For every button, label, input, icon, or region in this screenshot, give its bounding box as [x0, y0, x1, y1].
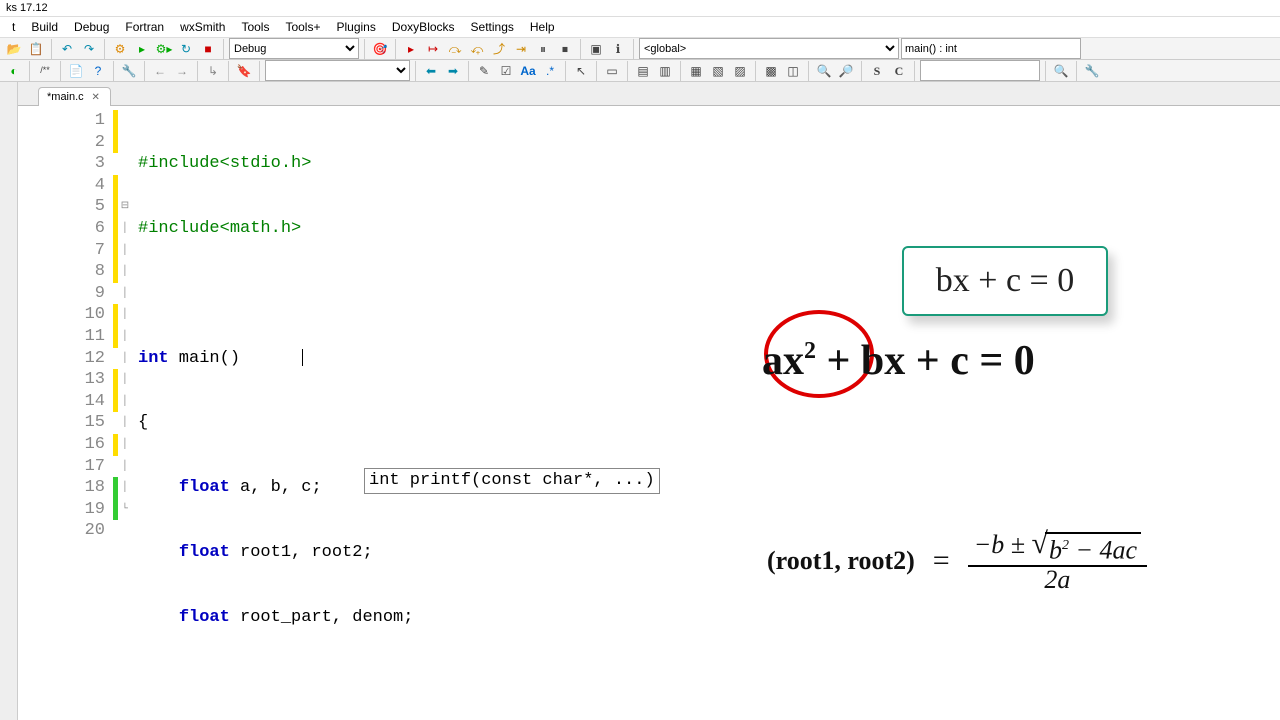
menu-item[interactable]: Plugins	[328, 17, 383, 37]
regex-icon[interactable]: .*	[540, 61, 560, 81]
zoom-in-icon[interactable]: 🔍	[814, 61, 834, 81]
panel6-icon[interactable]: ▩	[761, 61, 781, 81]
intellisense-tooltip: int printf(const char*, ...)	[364, 468, 660, 494]
editor-tab[interactable]: *main.c ✕	[38, 87, 111, 106]
menu-item[interactable]: Settings	[463, 17, 522, 37]
find-file-icon[interactable]: 🔍	[1051, 61, 1071, 81]
app-title: ks 17.12	[6, 2, 48, 14]
goto-input[interactable]	[920, 60, 1040, 81]
doc-icon[interactable]: 📄	[66, 61, 86, 81]
line-gutter: 1234567891011121314151617181920	[18, 106, 113, 720]
stop-icon[interactable]: ■	[198, 39, 218, 59]
c-icon[interactable]: C	[889, 61, 909, 81]
run-icon[interactable]: ▸	[132, 39, 152, 59]
menu-item[interactable]: DoxyBlocks	[384, 17, 463, 37]
target-icon[interactable]: 🎯	[370, 39, 390, 59]
debug-windows-icon[interactable]: ▣	[586, 39, 606, 59]
panel3-icon[interactable]: ▦	[686, 61, 706, 81]
step-into-icon[interactable]: ⤽	[467, 39, 487, 59]
panel1-icon[interactable]: ▤	[633, 61, 653, 81]
debug-continue-icon[interactable]: ↦	[423, 39, 443, 59]
close-icon[interactable]: ✕	[90, 91, 102, 103]
undo-icon[interactable]: ↶	[57, 39, 77, 59]
toolbar-secondary: ◐ /** 📄 ? 🔧 ← → ↳ 🔖 ⬅ ➡ ✎ ☑ Aa .* ↖ ▭ ▤ …	[0, 60, 1280, 82]
nav-fwd-icon[interactable]: →	[172, 61, 192, 81]
cursor-icon[interactable]: ↖	[571, 61, 591, 81]
left-margin	[0, 82, 18, 720]
scope-select[interactable]: <global>	[639, 38, 899, 59]
settings2-icon[interactable]: 🔧	[1082, 61, 1102, 81]
break-icon[interactable]: ⏸	[533, 39, 553, 59]
redo-icon[interactable]: ↷	[79, 39, 99, 59]
nav-back-icon[interactable]: ←	[150, 61, 170, 81]
menu-item[interactable]: t	[4, 17, 23, 37]
diff-icon[interactable]: ◐	[4, 61, 24, 81]
zoom-out-icon[interactable]: 🔎	[836, 61, 856, 81]
step-instr-icon[interactable]: ⇥	[511, 39, 531, 59]
step-over-icon[interactable]: ⤼	[445, 39, 465, 59]
help-icon[interactable]: ?	[88, 61, 108, 81]
wrench-icon[interactable]: 🔧	[119, 61, 139, 81]
rebuild-icon[interactable]: ↻	[176, 39, 196, 59]
highlight-icon[interactable]: ✎	[474, 61, 494, 81]
title-bar: ks 17.12	[0, 0, 1280, 17]
code-area[interactable]: #include<stdio.h> #include<math.h> int m…	[132, 106, 1280, 720]
menu-bar: t Build Debug Fortran wxSmith Tools Tool…	[0, 17, 1280, 38]
step-out-icon[interactable]: ⤴	[489, 39, 509, 59]
editor-tab-bar: *main.c ✕	[18, 82, 1280, 106]
fold-column: ⊟│││││││││││││└	[118, 106, 132, 720]
code-editor[interactable]: 1234567891011121314151617181920 ⊟│││││││…	[18, 106, 1280, 720]
copy-icon[interactable]: 📋	[26, 39, 46, 59]
debug-stop-icon[interactable]: ⏹	[555, 39, 575, 59]
open-icon[interactable]: 📂	[4, 39, 24, 59]
symbol-input[interactable]	[901, 38, 1081, 59]
linear-equation-box: bx + c = 0	[902, 246, 1108, 316]
build-target-select[interactable]: Debug	[229, 38, 359, 59]
jump-icon[interactable]: ↳	[203, 61, 223, 81]
panel2-icon[interactable]: ▥	[655, 61, 675, 81]
build-icon[interactable]: ⚙	[110, 39, 130, 59]
menu-item[interactable]: Tools+	[277, 17, 328, 37]
menu-item[interactable]: Tools	[233, 17, 277, 37]
panel5-icon[interactable]: ▨	[730, 61, 750, 81]
case-icon[interactable]: Aa	[518, 61, 538, 81]
panel7-icon[interactable]: ◫	[783, 61, 803, 81]
text-cursor	[302, 349, 303, 366]
toolbar-main: 📂 📋 ↶ ↷ ⚙ ▸ ⚙▸ ↻ ■ Debug 🎯 ▸ ↦ ⤼ ⤽ ⤴ ⇥ ⏸…	[0, 38, 1280, 60]
panel4-icon[interactable]: ▧	[708, 61, 728, 81]
menu-item[interactable]: Fortran	[117, 17, 172, 37]
menu-item[interactable]: Debug	[66, 17, 117, 37]
menu-item[interactable]: wxSmith	[172, 17, 233, 37]
rect1-icon[interactable]: ▭	[602, 61, 622, 81]
comment-block-icon[interactable]: /**	[35, 61, 55, 81]
search-combo[interactable]	[265, 60, 410, 81]
menu-item[interactable]: Help	[522, 17, 563, 37]
bookmark-icon[interactable]: 🔖	[234, 61, 254, 81]
info-icon[interactable]: ℹ	[608, 39, 628, 59]
build-run-icon[interactable]: ⚙▸	[154, 39, 174, 59]
prev-icon[interactable]: ⬅	[421, 61, 441, 81]
tab-label: *main.c	[47, 91, 84, 103]
source-icon[interactable]: S	[867, 61, 887, 81]
debug-run-icon[interactable]: ▸	[401, 39, 421, 59]
selection-icon[interactable]: ☑	[496, 61, 516, 81]
menu-item[interactable]: Build	[23, 17, 66, 37]
next-icon[interactable]: ➡	[443, 61, 463, 81]
